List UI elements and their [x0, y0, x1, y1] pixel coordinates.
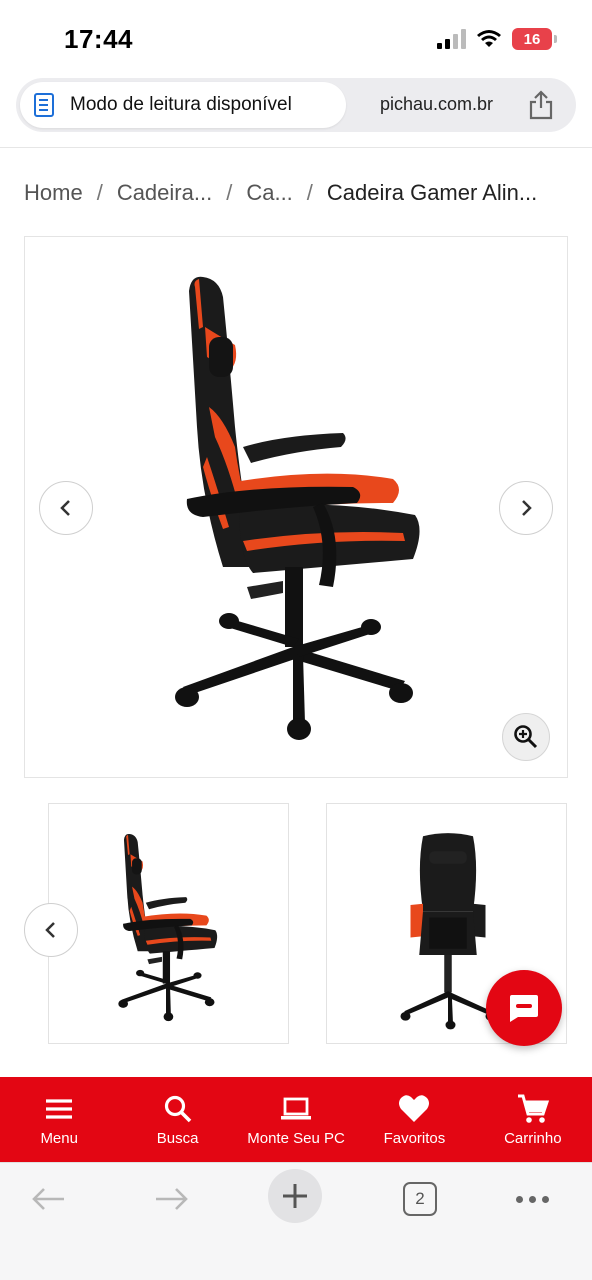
arrow-right-icon — [156, 1188, 188, 1210]
wifi-icon — [477, 30, 501, 47]
nav-cart[interactable]: Carrinho — [474, 1077, 592, 1162]
browser-toolbar: 2 — [0, 1162, 592, 1280]
chevron-left-icon — [45, 922, 55, 938]
chat-icon — [510, 995, 538, 1022]
chevron-right-icon — [522, 500, 532, 516]
thumbnail-1[interactable] — [48, 803, 289, 1044]
chair-thumbnail-image — [91, 830, 241, 1024]
plus-icon — [283, 1184, 307, 1208]
back-button[interactable] — [28, 1173, 68, 1225]
nav-label: Menu — [40, 1130, 78, 1147]
status-time: 17:44 — [64, 24, 133, 54]
main-product-image[interactable] — [24, 236, 568, 778]
breadcrumb-separator: / — [226, 180, 233, 205]
status-bar: 17:44 16 — [0, 0, 592, 72]
breadcrumb-separator: / — [96, 180, 103, 205]
breadcrumb-current: Cadeira Gamer Alin... — [326, 180, 538, 205]
prev-image-button[interactable] — [39, 481, 93, 535]
nav-label: Busca — [156, 1130, 199, 1147]
more-options-button[interactable] — [512, 1173, 552, 1225]
breadcrumb: Home / Cadeira... / Ca... / Cadeira Game… — [24, 180, 574, 206]
bottom-nav: Menu Busca Monte Seu PC Favoritos Carrin… — [0, 1077, 592, 1162]
chair-image — [143, 267, 443, 747]
nav-label: Monte Seu PC — [247, 1130, 345, 1147]
share-icon[interactable] — [528, 90, 554, 120]
tabs-button[interactable]: 2 — [400, 1173, 440, 1225]
reader-mode-label: Modo de leitura disponível — [70, 94, 292, 115]
new-tab-button[interactable] — [268, 1169, 322, 1223]
heart-icon — [399, 1095, 430, 1122]
next-image-button[interactable] — [499, 481, 553, 535]
forward-button[interactable] — [152, 1173, 192, 1225]
breadcrumb-subcategory[interactable]: Ca... — [246, 180, 292, 206]
nav-search[interactable]: Busca — [118, 1077, 236, 1162]
chat-button[interactable] — [486, 970, 562, 1046]
cellular-signal-icon — [437, 29, 466, 49]
arrow-left-icon — [32, 1188, 64, 1210]
header-divider — [0, 147, 592, 148]
battery-indicator: 16 — [512, 28, 557, 50]
reader-mode-icon — [34, 93, 54, 117]
chevron-left-icon — [60, 500, 70, 516]
url-domain[interactable]: pichau.com.br — [380, 94, 493, 115]
search-icon — [164, 1095, 191, 1123]
breadcrumb-separator: / — [306, 180, 313, 205]
nav-favorites[interactable]: Favoritos — [355, 1077, 473, 1162]
zoom-in-icon — [514, 725, 538, 749]
zoom-button[interactable] — [502, 713, 550, 761]
cart-icon — [517, 1094, 549, 1123]
more-icon — [515, 1195, 549, 1203]
address-bar[interactable]: Modo de leitura disponível pichau.com.br — [16, 78, 576, 132]
thumbnail-prev-button[interactable] — [24, 903, 78, 957]
nav-label: Favoritos — [383, 1130, 446, 1147]
nav-menu[interactable]: Menu — [0, 1077, 118, 1162]
breadcrumb-category[interactable]: Cadeira... — [117, 180, 212, 206]
laptop-icon — [281, 1097, 312, 1120]
menu-icon — [46, 1099, 73, 1119]
nav-build-pc[interactable]: Monte Seu PC — [237, 1077, 355, 1162]
tab-count: 2 — [403, 1182, 437, 1216]
status-icons: 16 — [437, 28, 557, 50]
nav-label: Carrinho — [504, 1130, 562, 1147]
breadcrumb-home[interactable]: Home — [24, 180, 83, 206]
reader-mode-button[interactable]: Modo de leitura disponível — [20, 82, 346, 128]
